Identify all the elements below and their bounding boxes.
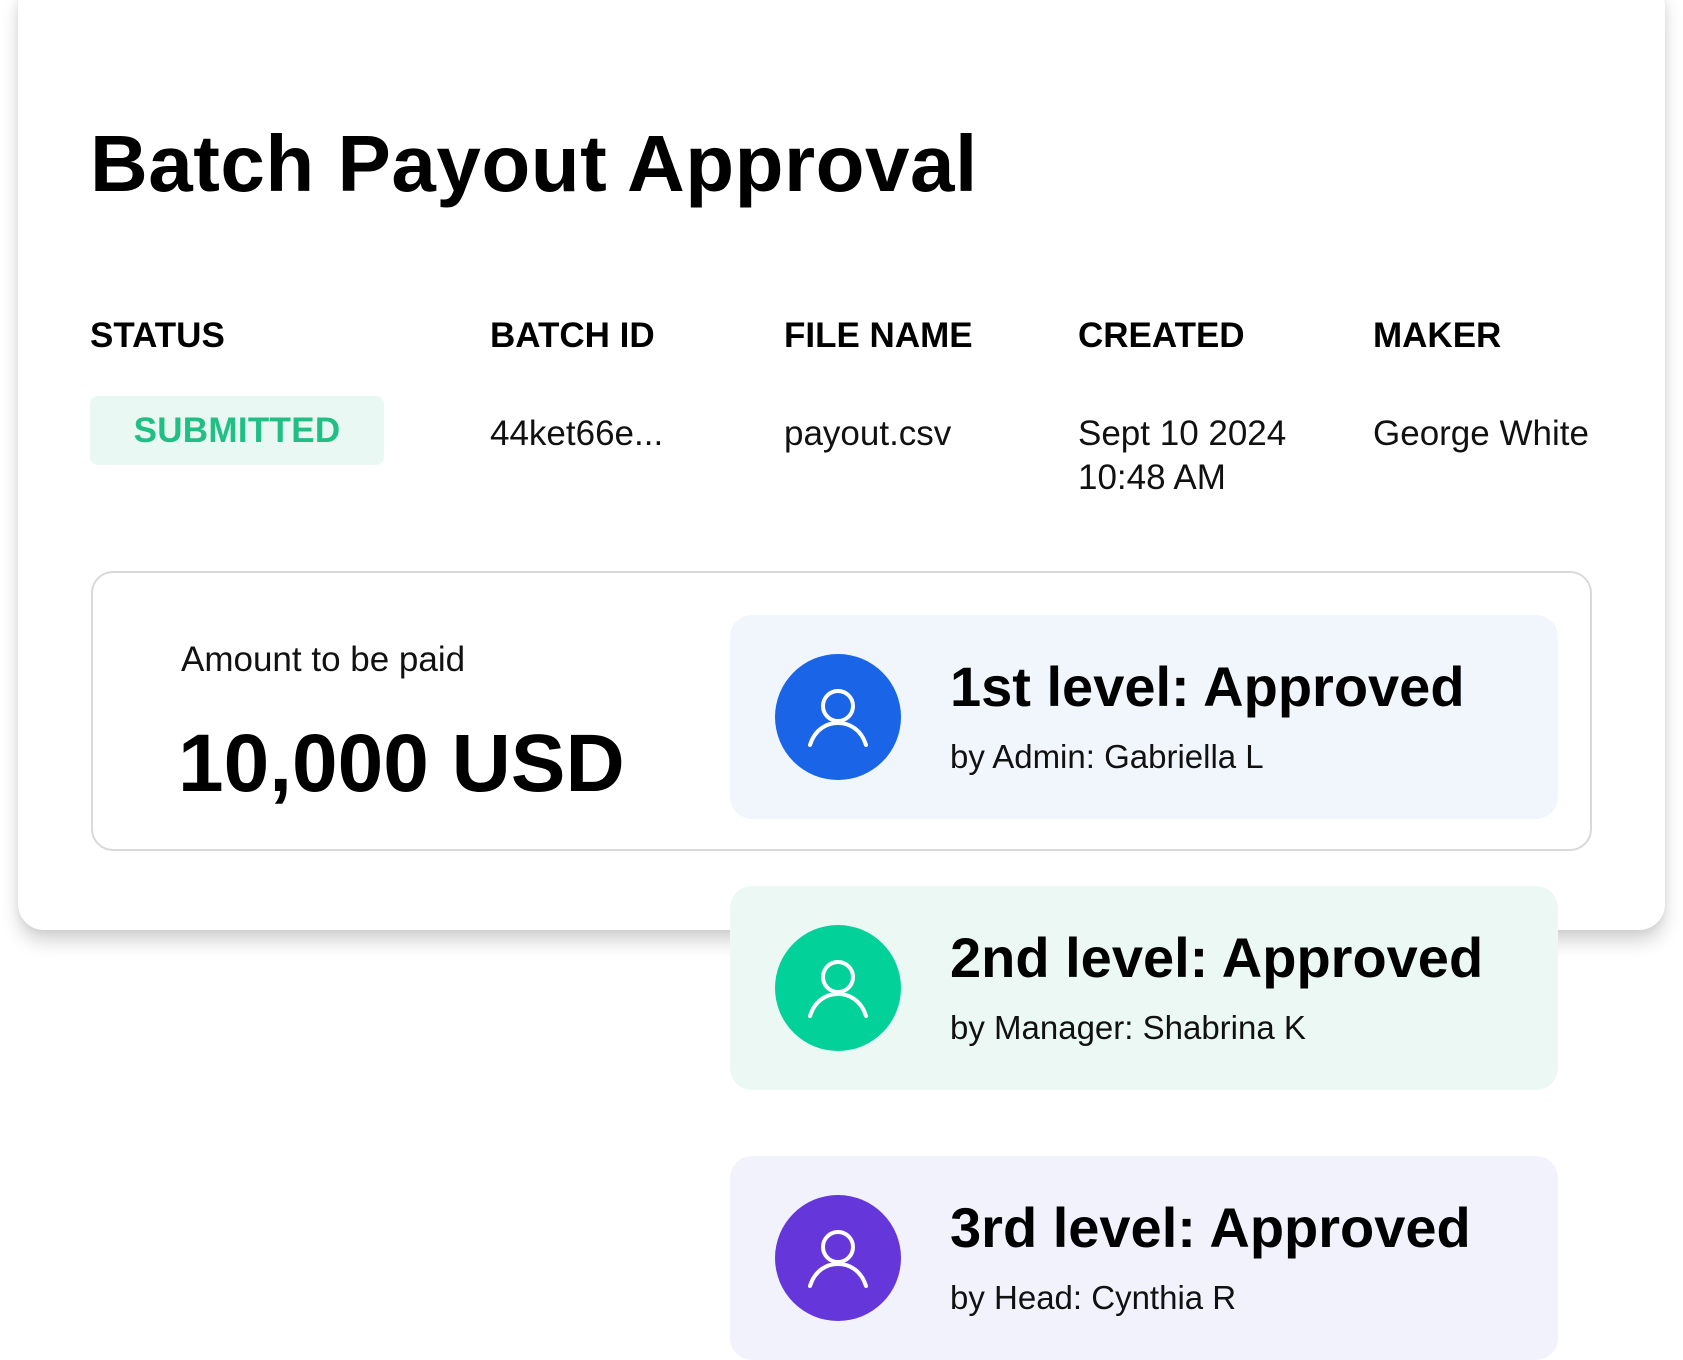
status-badge: SUBMITTED: [90, 396, 384, 465]
approval-level-approver: by Admin: Gabriella L: [950, 738, 1264, 775]
amount-label: Amount to be paid: [181, 640, 466, 679]
approval-level-title: 3rd level: Approved: [950, 1196, 1471, 1259]
created-date: Sept 10 2024: [1078, 414, 1287, 453]
batch-id-column-header: BATCH ID: [490, 316, 655, 355]
approval-level-approver: by Head: Cynthia R: [950, 1279, 1237, 1316]
approval-level-2-card: 2nd level: Approved by Manager: Shabrina…: [730, 886, 1558, 1090]
file-name-column-header: FILE NAME: [784, 316, 973, 355]
maker-value: George White: [1373, 414, 1589, 453]
maker-column-header: MAKER: [1373, 316, 1502, 355]
approval-level-approver: by Manager: Shabrina K: [950, 1009, 1306, 1046]
approval-level-title: 2nd level: Approved: [950, 926, 1484, 989]
approval-level-title: 1st level: Approved: [950, 655, 1465, 718]
batch-id-value: 44ket66e...: [490, 414, 664, 453]
user-icon: [775, 925, 901, 1051]
approval-level-1-card: 1st level: Approved by Admin: Gabriella …: [730, 615, 1558, 819]
page-title: Batch Payout Approval: [90, 119, 978, 208]
amount-value: 10,000 USD: [178, 718, 625, 809]
user-icon: [775, 1195, 901, 1321]
file-name-value: payout.csv: [784, 414, 952, 453]
created-value: Sept 10 2024 10:48 AM: [1078, 412, 1286, 500]
user-icon: [775, 654, 901, 780]
created-column-header: CREATED: [1078, 316, 1245, 355]
created-time: 10:48 AM: [1078, 458, 1226, 497]
approval-level-3-card: 3rd level: Approved by Head: Cynthia R: [730, 1156, 1558, 1360]
status-column-header: STATUS: [90, 316, 225, 355]
